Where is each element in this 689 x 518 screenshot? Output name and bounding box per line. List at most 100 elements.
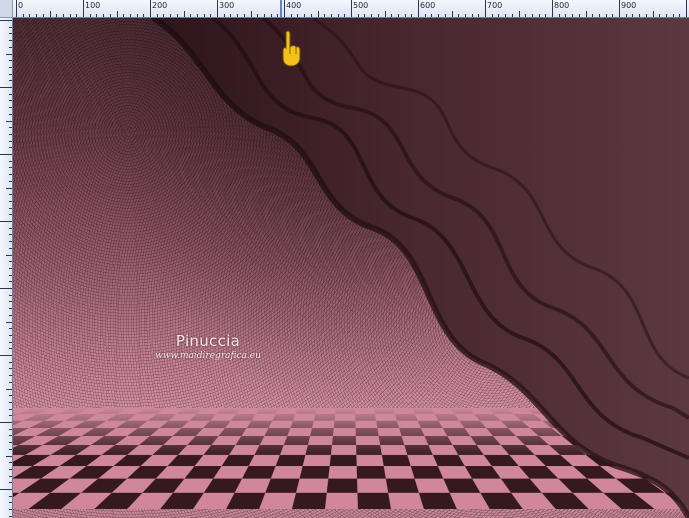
ruler-tick <box>257 14 259 17</box>
ruler-tick <box>324 14 326 17</box>
ruler-tick <box>62 14 64 17</box>
ruler-tick <box>431 14 433 17</box>
ruler-tick <box>9 147 12 149</box>
ruler-tick <box>498 14 500 17</box>
ruler-tick <box>9 462 12 464</box>
ruler-tick <box>9 80 12 82</box>
ruler-tick <box>196 14 198 17</box>
ruler-tick <box>9 66 12 68</box>
ruler-tick <box>9 401 12 403</box>
horizontal-ruler[interactable]: 0 100 200 300 400 500 600 700 800 900 <box>13 0 689 18</box>
ruler-tick <box>9 241 12 243</box>
vertical-ruler[interactable] <box>0 18 13 518</box>
workspace: 0 100 200 300 400 500 600 700 800 900 Pi… <box>0 0 689 518</box>
ruler-tick <box>538 14 540 17</box>
ruler-tick <box>170 14 172 17</box>
ruler-label: 700 <box>487 1 503 10</box>
ruler-tick <box>411 14 413 17</box>
ruler-tick <box>9 100 12 102</box>
ruler-tick <box>458 14 460 17</box>
ruler-label: 100 <box>85 1 101 10</box>
ruler-tick <box>9 368 12 370</box>
ruler-tick <box>9 207 12 209</box>
ruler-tick <box>22 14 24 17</box>
ruler-tick <box>619 0 620 17</box>
ruler-tick <box>9 395 12 397</box>
ruler-tick <box>6 254 12 256</box>
ruler-tick <box>0 288 12 289</box>
ruler-tick <box>371 14 373 17</box>
ruler-tick <box>572 14 574 17</box>
ruler-tick <box>217 0 218 17</box>
ruler-tick <box>9 475 12 477</box>
ruler-tick <box>404 14 406 17</box>
ruler-tick <box>129 14 131 17</box>
ruler-tick <box>0 154 12 155</box>
ruler-tick <box>659 14 661 17</box>
ruler-tick <box>9 502 12 504</box>
ruler-tick <box>9 33 12 35</box>
ruler-tick <box>190 14 192 17</box>
ruler-tick <box>210 14 212 17</box>
ruler-tick <box>9 133 12 135</box>
ruler-tick <box>304 14 306 17</box>
ruler-tick <box>9 468 12 470</box>
ruler-tick <box>592 14 594 17</box>
ruler-tick <box>69 14 71 17</box>
ruler-tick <box>290 14 292 17</box>
ruler-tick <box>96 14 98 17</box>
ruler-tick <box>639 14 641 17</box>
ruler-tick <box>9 174 12 176</box>
ruler-tick <box>6 388 12 390</box>
ruler-tick <box>9 408 12 410</box>
ruler-tick <box>0 422 12 423</box>
ruler-tick <box>9 308 12 310</box>
ruler-tick <box>665 14 667 17</box>
ruler-tick <box>9 127 12 129</box>
ruler-tick <box>357 14 359 17</box>
ruler-tick <box>418 0 419 17</box>
ruler-tick <box>83 0 84 17</box>
ruler-cursor-indicator <box>280 0 282 17</box>
ruler-label: 300 <box>219 1 235 10</box>
ruler-tick <box>9 281 12 283</box>
ruler-tick <box>0 20 12 21</box>
ruler-tick <box>471 14 473 17</box>
watermark-name: Pinuccia <box>175 332 241 350</box>
ruler-tick <box>518 11 520 17</box>
ruler-tick <box>0 489 12 490</box>
ruler-tick <box>36 14 38 17</box>
ruler-tick <box>505 14 507 17</box>
ruler-tick <box>391 14 393 17</box>
ruler-tick <box>9 160 12 162</box>
ruler-tick <box>9 40 12 42</box>
ruler-tick <box>9 301 12 303</box>
ruler-tick <box>364 14 366 17</box>
ruler-tick <box>351 0 352 17</box>
ruler-tick <box>531 14 533 17</box>
ruler-tick <box>0 355 12 356</box>
ruler-label: 900 <box>621 1 637 10</box>
ruler-tick <box>9 274 12 276</box>
ruler-tick <box>438 14 440 17</box>
ruler-tick <box>330 14 332 17</box>
ruler-tick <box>9 26 12 28</box>
ruler-tick <box>9 46 12 48</box>
ruler-tick <box>156 14 158 17</box>
ruler-label: 200 <box>152 1 168 10</box>
ruler-tick <box>9 348 12 350</box>
image-canvas[interactable]: Pinuccia www.maidiregrafica.eu <box>13 18 689 518</box>
ruler-tick <box>263 14 265 17</box>
ruler-tick <box>9 180 12 182</box>
ruler-tick <box>377 14 379 17</box>
ruler-tick <box>478 14 480 17</box>
ruler-label: 0 <box>18 1 24 10</box>
ruler-tick <box>9 361 12 363</box>
ruler-tick <box>384 11 386 17</box>
ruler-tick <box>29 14 31 17</box>
ruler-tick <box>511 14 513 17</box>
ruler-tick <box>0 87 12 88</box>
ruler-tick <box>9 328 12 330</box>
ruler-tick <box>9 167 12 169</box>
ruler-tick <box>337 14 339 17</box>
